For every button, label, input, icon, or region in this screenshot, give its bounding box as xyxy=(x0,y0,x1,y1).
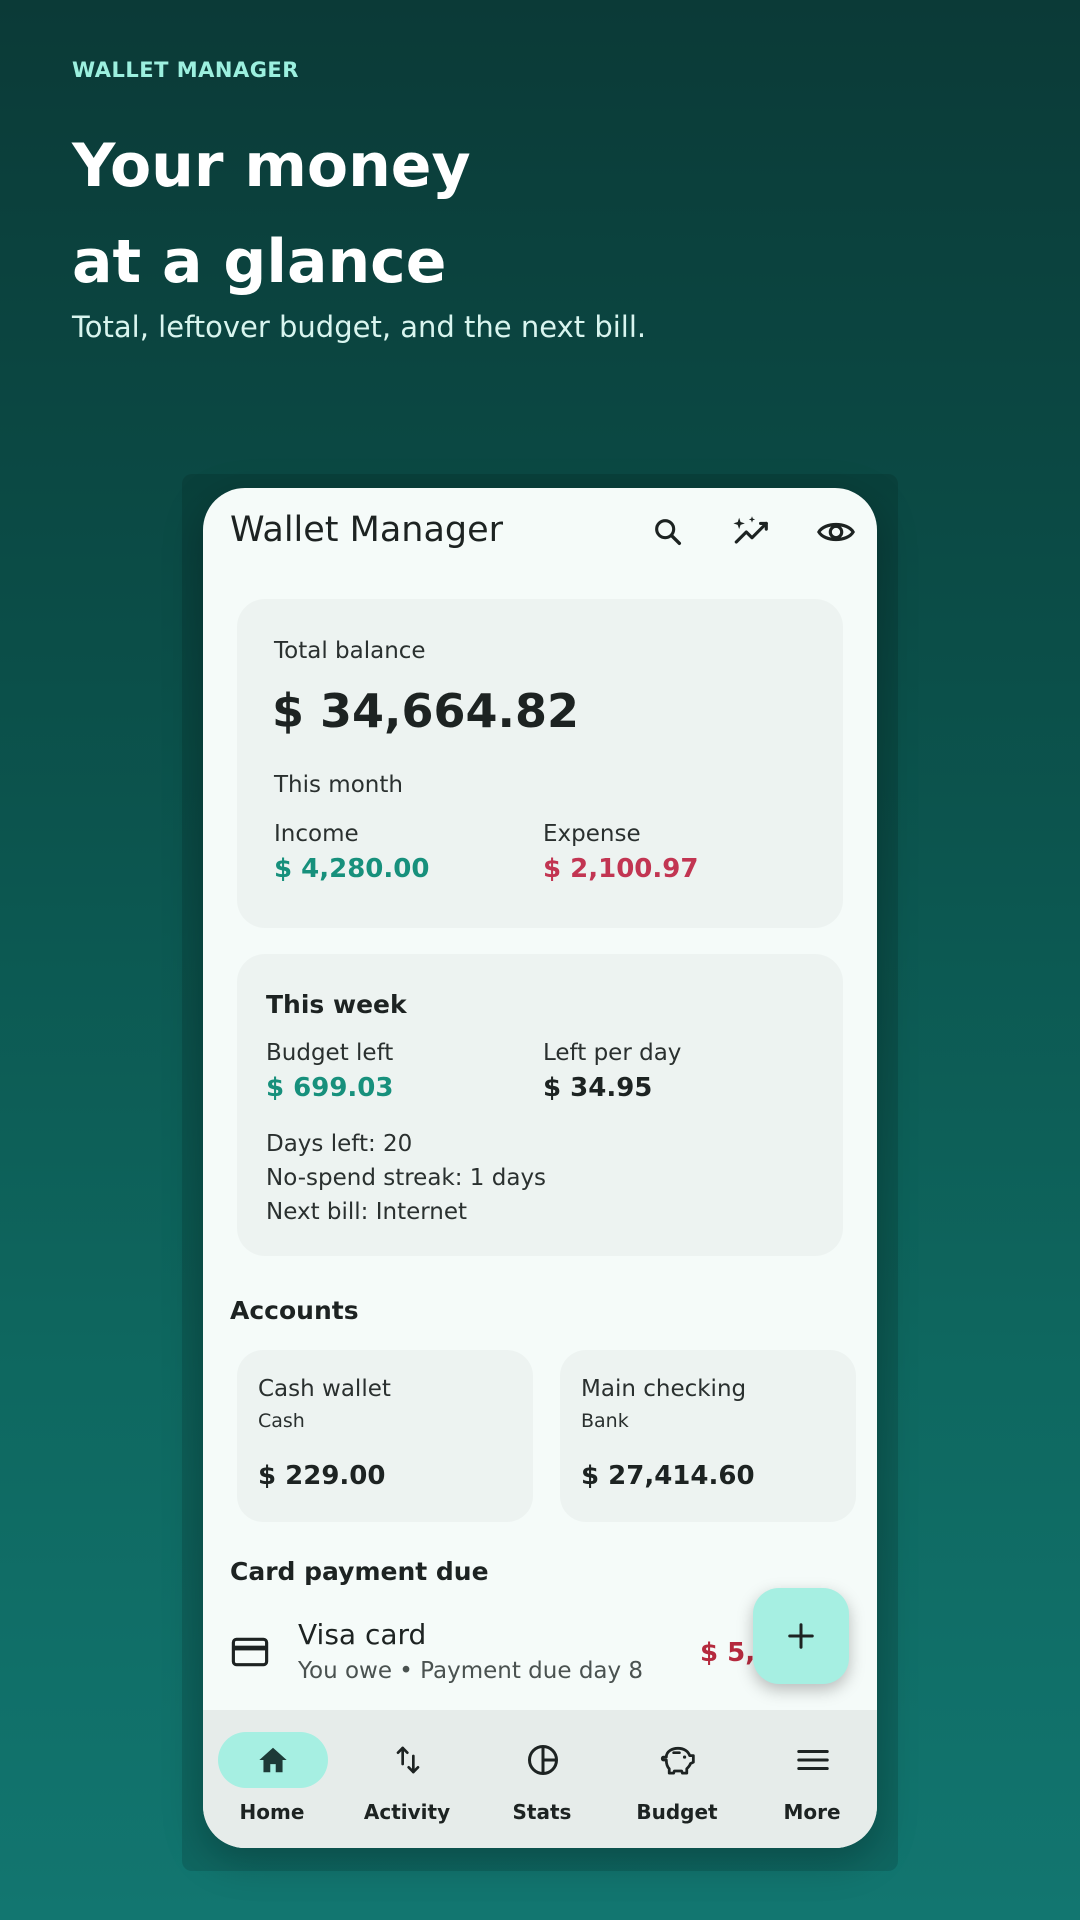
account-card-main-checking[interactable]: Main checking Bank $ 27,414.60 xyxy=(560,1350,856,1522)
per-day-amount: $ 34.95 xyxy=(543,1073,653,1103)
nav-pill xyxy=(488,1732,598,1788)
nav-pill xyxy=(623,1732,733,1788)
nav-label: Budget xyxy=(636,1800,718,1824)
nav-item-home[interactable]: Home xyxy=(205,1710,339,1848)
no-spend-streak: No-spend streak: 1 days xyxy=(266,1165,547,1191)
nav-item-stats[interactable]: Stats xyxy=(475,1710,609,1848)
budget-left-amount: $ 699.03 xyxy=(266,1073,394,1103)
nav-label: Activity xyxy=(363,1800,451,1824)
promo-title-line-1: Your money xyxy=(72,131,471,201)
card-name: Visa card xyxy=(298,1618,427,1651)
week-title: This week xyxy=(266,990,407,1019)
nav-label: Stats xyxy=(512,1800,572,1824)
eye-icon[interactable] xyxy=(814,510,858,554)
credit-card-icon xyxy=(231,1636,269,1672)
account-amount: $ 229.00 xyxy=(258,1461,386,1491)
account-name: Main checking xyxy=(581,1376,747,1402)
total-balance-label: Total balance xyxy=(274,638,426,664)
sparkle-chart-icon[interactable] xyxy=(730,510,774,554)
search-icon[interactable] xyxy=(646,510,690,554)
account-card-cash-wallet[interactable]: Cash wallet Cash $ 229.00 xyxy=(237,1350,533,1522)
card-payment-detail: You owe • Payment due day 8 xyxy=(298,1658,644,1684)
next-bill: Next bill: Internet xyxy=(266,1199,468,1225)
app-title: Wallet Manager xyxy=(230,510,504,550)
menu-icon xyxy=(797,1749,829,1771)
nav-label: Home xyxy=(239,1800,305,1824)
account-type: Cash xyxy=(258,1410,305,1432)
nav-label: More xyxy=(783,1800,841,1824)
balance-card[interactable]: Total balance $ 34,664.82 This month Inc… xyxy=(237,599,843,928)
bottom-navigation: Home Activity Stats Budget More xyxy=(203,1710,877,1848)
income-label: Income xyxy=(274,821,359,847)
total-balance-amount: $ 34,664.82 xyxy=(272,684,580,738)
promo-kicker: WALLET MANAGER xyxy=(72,58,299,82)
promo-title: Your money at a glance xyxy=(72,118,471,310)
account-name: Cash wallet xyxy=(258,1376,391,1402)
card-payment-title: Card payment due xyxy=(230,1557,489,1586)
pie-chart-icon xyxy=(528,1745,558,1775)
add-transaction-button[interactable] xyxy=(753,1588,849,1684)
expense-amount: $ 2,100.97 xyxy=(543,854,699,884)
phone-screen: Wallet Manager Total balance $ 34,664.82… xyxy=(203,488,877,1848)
expense-label: Expense xyxy=(543,821,641,847)
accounts-title: Accounts xyxy=(230,1296,359,1325)
account-type: Bank xyxy=(581,1410,629,1432)
piggy-bank-icon xyxy=(660,1746,695,1775)
account-amount: $ 27,414.60 xyxy=(581,1461,755,1491)
swap-vertical-icon xyxy=(396,1746,420,1774)
nav-item-more[interactable]: More xyxy=(745,1710,877,1848)
nav-pill-active xyxy=(218,1732,328,1788)
nav-pill xyxy=(758,1732,868,1788)
nav-pill xyxy=(353,1732,463,1788)
budget-left-label: Budget left xyxy=(266,1040,394,1066)
promo-subtitle: Total, leftover budget, and the next bil… xyxy=(72,310,647,344)
plus-icon xyxy=(788,1623,814,1649)
nav-item-activity[interactable]: Activity xyxy=(340,1710,474,1848)
per-day-label: Left per day xyxy=(543,1040,682,1066)
nav-item-budget[interactable]: Budget xyxy=(610,1710,744,1848)
days-left: Days left: 20 xyxy=(266,1131,413,1157)
home-icon xyxy=(259,1747,287,1773)
promo-title-line-2: at a glance xyxy=(72,227,447,297)
week-card[interactable]: This week Budget left $ 699.03 Left per … xyxy=(237,954,843,1256)
income-amount: $ 4,280.00 xyxy=(274,854,430,884)
period-label: This month xyxy=(274,772,403,798)
